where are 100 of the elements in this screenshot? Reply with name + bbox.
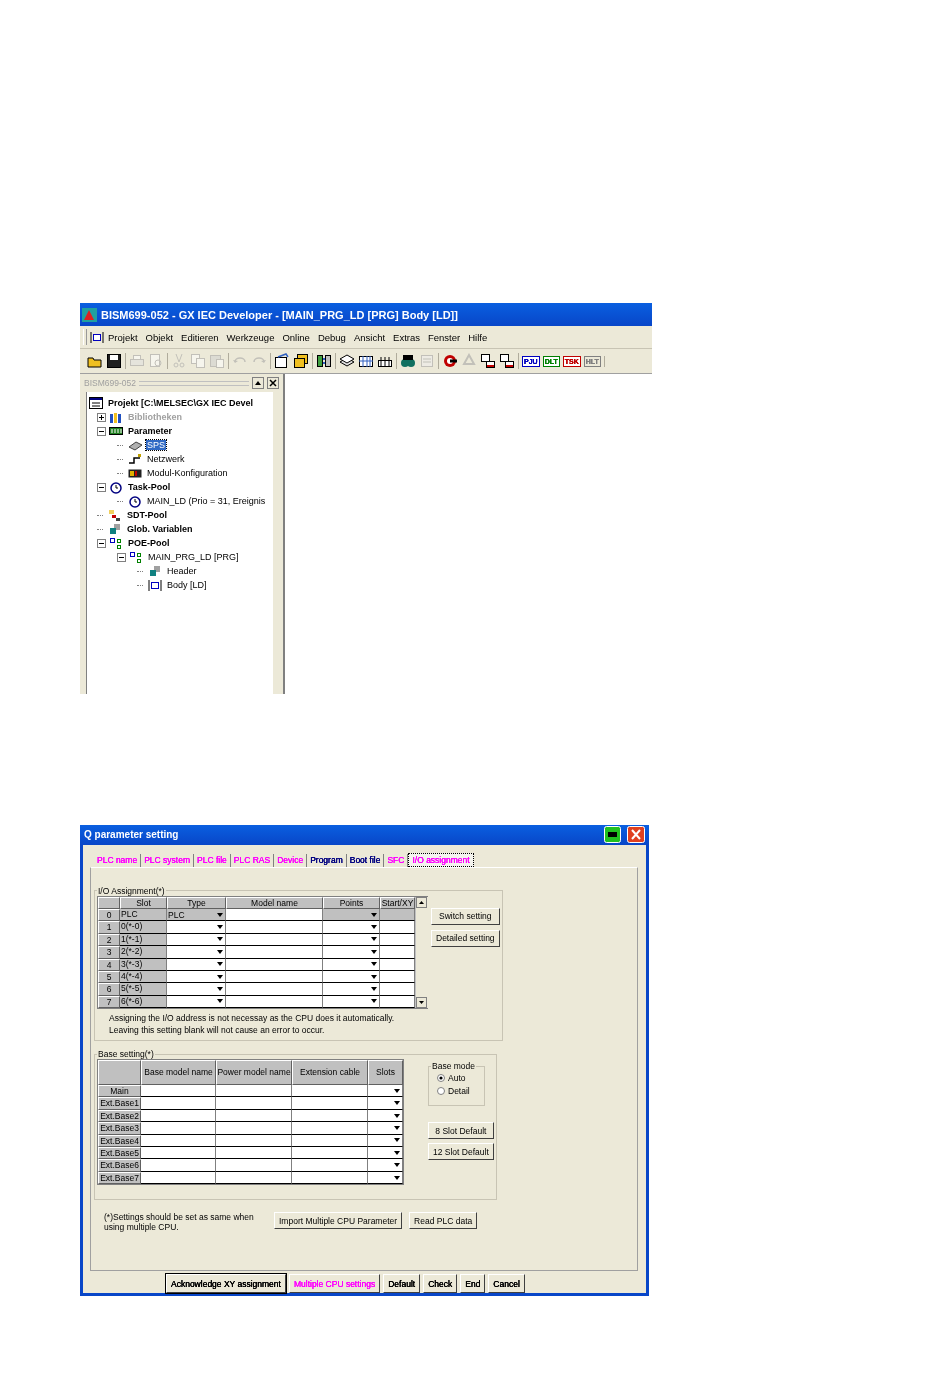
menu-item[interactable]: Ansicht xyxy=(349,331,390,343)
table-cell[interactable] xyxy=(380,933,415,947)
setting-button[interactable]: Switch setting xyxy=(431,907,500,925)
action-button[interactable]: Read PLC data xyxy=(409,1212,478,1230)
properties-icon[interactable] xyxy=(274,353,290,369)
window-icon[interactable] xyxy=(293,353,309,369)
table-cell[interactable] xyxy=(380,921,415,934)
tree-item[interactable]: Glob. Variablen xyxy=(126,524,194,534)
slots-dropdown[interactable] xyxy=(368,1134,403,1148)
table-cell[interactable] xyxy=(226,958,323,971)
slots-dropdown[interactable] xyxy=(368,1109,403,1123)
points-dropdown[interactable] xyxy=(323,921,380,934)
table-cell[interactable] xyxy=(292,1122,368,1135)
menu-item[interactable]: Objekt xyxy=(141,331,178,343)
tree-item[interactable]: POE-Pool xyxy=(127,538,171,548)
menu-item[interactable]: Werkzeuge xyxy=(222,331,279,343)
restore-icon[interactable] xyxy=(252,377,264,389)
table-cell[interactable] xyxy=(292,1134,368,1148)
tree-item[interactable]: MAIN_PRG_LD [PRG] xyxy=(147,552,240,562)
slots-dropdown[interactable] xyxy=(368,1085,403,1098)
default-button[interactable]: 12 Slot Default xyxy=(428,1143,494,1161)
footer-button[interactable]: Acknowledge XY assignment xyxy=(166,1274,286,1293)
type-dropdown[interactable] xyxy=(167,946,226,959)
footer-button[interactable]: Check xyxy=(423,1274,458,1293)
points-dropdown[interactable] xyxy=(323,946,380,959)
type-dropdown[interactable] xyxy=(167,958,226,971)
radio-label[interactable]: Auto xyxy=(448,1072,466,1083)
tree-item[interactable]: Body [LD] xyxy=(166,580,208,590)
table-cell[interactable] xyxy=(226,946,323,959)
table-cell[interactable] xyxy=(141,1147,216,1160)
table-cell[interactable] xyxy=(226,970,323,984)
tree-item[interactable]: Modul-Konfiguration xyxy=(146,468,229,478)
table-cell[interactable] xyxy=(380,946,415,959)
action-button[interactable]: Import Multiple CPU Parameter xyxy=(274,1212,403,1230)
tab[interactable]: Boot file xyxy=(346,853,385,867)
type-dropdown[interactable] xyxy=(167,970,226,984)
points-dropdown[interactable] xyxy=(323,958,380,971)
slots-dropdown[interactable] xyxy=(368,1159,403,1172)
points-dropdown[interactable] xyxy=(323,933,380,947)
table-cell[interactable] xyxy=(380,970,415,984)
table-cell[interactable] xyxy=(216,1171,292,1185)
table-cell[interactable] xyxy=(226,933,323,947)
table-cell[interactable] xyxy=(226,995,323,1009)
menu-item[interactable]: Extras xyxy=(389,331,424,343)
table-cell[interactable] xyxy=(292,1085,368,1098)
tab[interactable]: Program xyxy=(307,853,347,867)
menu-item[interactable]: Debug xyxy=(313,331,350,343)
scroll-down-icon[interactable] xyxy=(416,997,427,1009)
type-dropdown[interactable] xyxy=(167,995,226,1009)
target-icon[interactable] xyxy=(442,353,458,369)
stack-icon[interactable] xyxy=(339,353,355,369)
tree-item[interactable]: MAIN_LD (Prio = 31, Ereignis xyxy=(146,496,267,506)
table-cell[interactable] xyxy=(380,983,415,996)
footer-button[interactable]: Cancel xyxy=(488,1274,525,1293)
tree-item[interactable]: Projekt [C:\MELSEC\GX IEC Devel xyxy=(107,398,255,408)
table-cell[interactable] xyxy=(292,1171,368,1185)
tree-item[interactable]: Header xyxy=(166,566,198,576)
menu-item[interactable]: Projekt xyxy=(104,331,142,343)
table-cell[interactable] xyxy=(216,1085,292,1098)
table-cell[interactable] xyxy=(226,908,323,922)
table-cell[interactable] xyxy=(141,1122,216,1135)
slots-dropdown[interactable] xyxy=(368,1147,403,1160)
tree-item[interactable]: Parameter xyxy=(127,426,174,436)
scrollbar[interactable] xyxy=(415,896,428,1009)
tree-item[interactable]: SPS xyxy=(146,440,166,450)
collapse-icon[interactable] xyxy=(97,482,106,492)
table-cell[interactable] xyxy=(141,1159,216,1172)
type-dropdown[interactable] xyxy=(167,983,226,996)
tree-item[interactable]: SDT-Pool xyxy=(126,510,168,520)
table-cell[interactable] xyxy=(141,1134,216,1148)
table-cell[interactable] xyxy=(216,1147,292,1160)
table-cell[interactable] xyxy=(226,921,323,934)
collapse-icon[interactable] xyxy=(97,426,106,436)
table-cell[interactable] xyxy=(141,1097,216,1110)
table-cell[interactable] xyxy=(216,1134,292,1148)
table-cell[interactable] xyxy=(380,958,415,971)
menu-item[interactable]: Hilfe xyxy=(464,331,492,343)
grid-icon[interactable] xyxy=(358,353,374,369)
table-cell[interactable] xyxy=(141,1171,216,1185)
type-dropdown[interactable] xyxy=(167,921,226,934)
collapse-icon[interactable] xyxy=(97,538,106,548)
points-dropdown[interactable] xyxy=(323,995,380,1009)
tree-item[interactable]: Netzwerk xyxy=(146,454,186,464)
default-button[interactable]: 8 Slot Default xyxy=(428,1122,494,1140)
footer-button[interactable]: End xyxy=(460,1274,486,1293)
slots-dropdown[interactable] xyxy=(368,1122,403,1135)
tree-item[interactable]: Task-Pool xyxy=(127,482,172,492)
monitor-icon[interactable] xyxy=(480,353,496,369)
type-dropdown[interactable] xyxy=(167,933,226,947)
binoculars-icon[interactable] xyxy=(400,353,416,369)
table-cell[interactable] xyxy=(292,1097,368,1110)
scroll-up-icon[interactable] xyxy=(416,896,427,908)
menu-item[interactable]: Editieren xyxy=(177,331,223,343)
menu-item[interactable]: Fenster xyxy=(424,331,465,343)
points-dropdown[interactable] xyxy=(323,983,380,996)
points-dropdown[interactable] xyxy=(323,970,380,984)
table-cell[interactable] xyxy=(141,1109,216,1123)
slots-dropdown[interactable] xyxy=(368,1097,403,1110)
table-cell[interactable] xyxy=(292,1147,368,1160)
table-cell[interactable] xyxy=(216,1097,292,1110)
